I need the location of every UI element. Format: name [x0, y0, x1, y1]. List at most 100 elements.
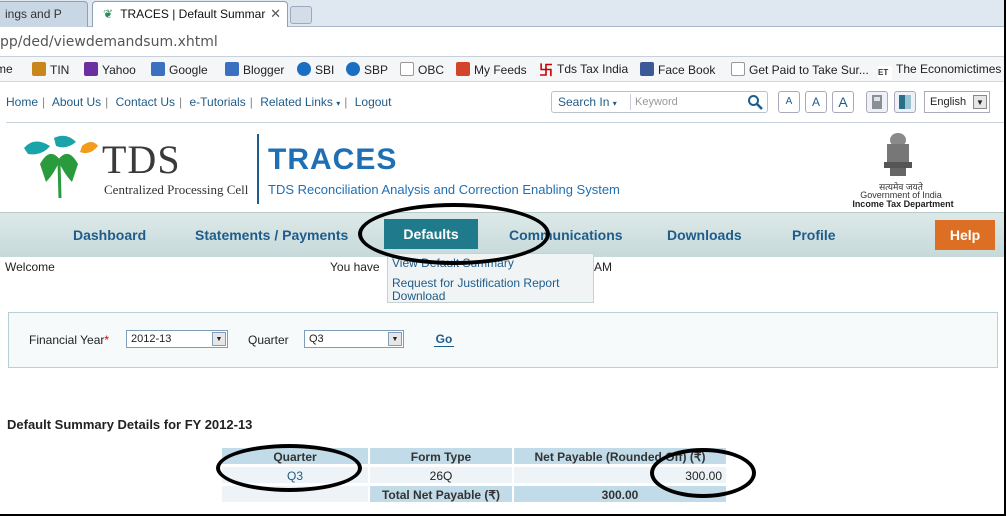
quarter-select[interactable]: Q3 ▼ — [304, 330, 404, 348]
search-icon[interactable] — [747, 94, 763, 110]
tab-previous[interactable]: ings and P — [0, 1, 88, 27]
page-icon — [731, 62, 745, 76]
menu-communications[interactable]: Communications — [509, 227, 623, 243]
accessibility-icon[interactable] — [866, 91, 888, 113]
submenu-view-default-summary[interactable]: View Default Summary — [392, 256, 514, 270]
tab-label: ings and P — [5, 7, 62, 21]
search-input[interactable]: Keyword — [630, 94, 742, 110]
top-links: Home | About Us | Contact Us | e-Tutorials |… — [6, 95, 391, 109]
submenu-request-justification-report[interactable]: Request for Justification Report — [392, 276, 559, 290]
bookmark-item[interactable]: SBI — [297, 62, 334, 77]
bookmark-item[interactable]: SBP — [346, 62, 388, 77]
home-link[interactable]: Home — [6, 95, 38, 109]
close-icon[interactable]: ✕ — [270, 2, 281, 26]
table-header-row: Quarter Form Type Net Payable (Rounded O… — [221, 447, 727, 465]
financial-year-value: 2012-13 — [131, 333, 172, 345]
bookmark-item[interactable]: TIN — [32, 62, 69, 77]
logo-word: TDS — [102, 137, 181, 182]
menu-profile[interactable]: Profile — [792, 227, 836, 243]
facebook-icon — [640, 62, 654, 76]
quarter-label: Quarter — [248, 333, 289, 347]
separator: | — [344, 95, 348, 109]
bookmarks-bar: me TIN Yahoo Google Blogger SBI SBP OBC … — [0, 57, 1006, 82]
bookmark-item[interactable]: OBC — [400, 62, 444, 77]
tab-traces[interactable]: ❦ TRACES | Default Summar ✕ — [92, 1, 288, 27]
page-subtitle: TDS Reconciliation Analysis and Correcti… — [268, 182, 620, 197]
google-icon — [151, 62, 165, 76]
logo-subtitle: Centralized Processing Cell — [104, 182, 249, 197]
required-marker: * — [104, 333, 110, 347]
divider — [6, 122, 1006, 123]
sbi-icon — [297, 62, 311, 76]
bookmark-item[interactable]: Google — [151, 62, 208, 77]
go-button[interactable]: Go — [434, 331, 454, 347]
url-text[interactable]: pp/ded/viewdemandsum.xhtml — [0, 34, 218, 50]
address-bar[interactable]: pp/ded/viewdemandsum.xhtml — [0, 27, 1006, 57]
language-select[interactable]: English ▼ — [924, 91, 990, 113]
bookmark-item[interactable]: 卐 Tds Tax India — [539, 62, 628, 77]
income-tax-department-label: Income Tax Department — [852, 199, 954, 209]
new-tab-button[interactable] — [290, 6, 312, 24]
traces-favicon-icon: ❦ — [103, 7, 114, 21]
separator: | — [105, 95, 109, 109]
financial-year-label: Financial Year* — [29, 333, 110, 347]
bookmark-item[interactable]: Get Paid to Take Sur... — [731, 62, 869, 77]
column-header-quarter: Quarter — [221, 447, 369, 465]
search-in-dropdown[interactable]: Search In ▾ — [558, 95, 617, 109]
defaults-submenu: View Default Summary Request for Justifi… — [387, 253, 594, 303]
menu-defaults[interactable]: Defaults — [384, 219, 478, 249]
tds-leaf-logo-icon — [24, 135, 98, 199]
menu-dashboard[interactable]: Dashboard — [73, 227, 146, 243]
feeds-icon — [456, 62, 470, 76]
contrast-icon[interactable] — [894, 91, 916, 113]
menu-downloads[interactable]: Downloads — [667, 227, 742, 243]
separator: | — [179, 95, 183, 109]
bookmark-item[interactable]: Yahoo — [84, 62, 136, 77]
table-row: Q3 26Q 300.00 — [221, 466, 727, 484]
menu-statements-payments[interactable]: Statements / Payments — [195, 227, 348, 243]
font-large-button[interactable]: A — [832, 91, 854, 113]
total-row: Total Net Payable (₹) 300.00 — [221, 485, 727, 503]
blogger-icon — [225, 62, 239, 76]
bookmark-item[interactable]: me — [0, 62, 13, 76]
financial-year-select[interactable]: 2012-13 ▼ — [126, 330, 228, 348]
page-icon — [400, 62, 414, 76]
total-label: Total Net Payable (₹) — [369, 485, 513, 503]
e-tutorials-link[interactable]: e-Tutorials — [189, 95, 245, 109]
quarter-cell-link[interactable]: Q3 — [221, 466, 369, 484]
status-time-suffix: AM — [594, 260, 612, 274]
logout-link[interactable]: Logout — [355, 95, 392, 109]
tds-logo: TDS Centralized Processing Cell — [20, 134, 250, 200]
bookmark-item[interactable]: Blogger — [225, 62, 284, 77]
chevron-down-icon: ▼ — [973, 95, 987, 109]
tab-label: TRACES | Default Summar — [120, 7, 266, 21]
help-button[interactable]: Help — [935, 220, 995, 250]
welcome-text: Welcome — [5, 260, 55, 274]
bookmark-item[interactable]: My Feeds — [456, 62, 527, 77]
divider — [257, 134, 259, 204]
total-value: 300.00 — [513, 485, 727, 503]
submenu-download[interactable]: Download — [392, 289, 445, 303]
column-header-net-payable: Net Payable (Rounded Off) (₹) — [513, 447, 727, 465]
about-us-link[interactable]: About Us — [52, 95, 101, 109]
yahoo-icon — [84, 62, 98, 76]
separator: | — [249, 95, 253, 109]
font-small-button[interactable]: A — [778, 91, 800, 113]
bookmark-item[interactable]: Face Book — [640, 62, 715, 77]
related-links-menu[interactable]: Related Links ▾ — [260, 95, 340, 109]
summary-title: Default Summary Details for FY 2012-13 — [7, 417, 253, 432]
sbp-icon — [346, 62, 360, 76]
bookmark-item[interactable]: ET The Economictimes — [878, 62, 1001, 80]
quarter-value: Q3 — [309, 333, 324, 345]
et-icon: ET — [878, 66, 892, 80]
contact-us-link[interactable]: Contact Us — [116, 95, 175, 109]
form-type-cell: 26Q — [369, 466, 513, 484]
column-header-form-type: Form Type — [369, 447, 513, 465]
tin-icon — [32, 62, 46, 76]
main-menu — [0, 212, 1006, 257]
language-value: English — [930, 96, 967, 108]
font-medium-button[interactable]: A — [805, 91, 827, 113]
national-emblem-icon — [884, 133, 912, 176]
page-title: TRACES — [268, 143, 398, 176]
chevron-down-icon: ▼ — [212, 332, 226, 346]
